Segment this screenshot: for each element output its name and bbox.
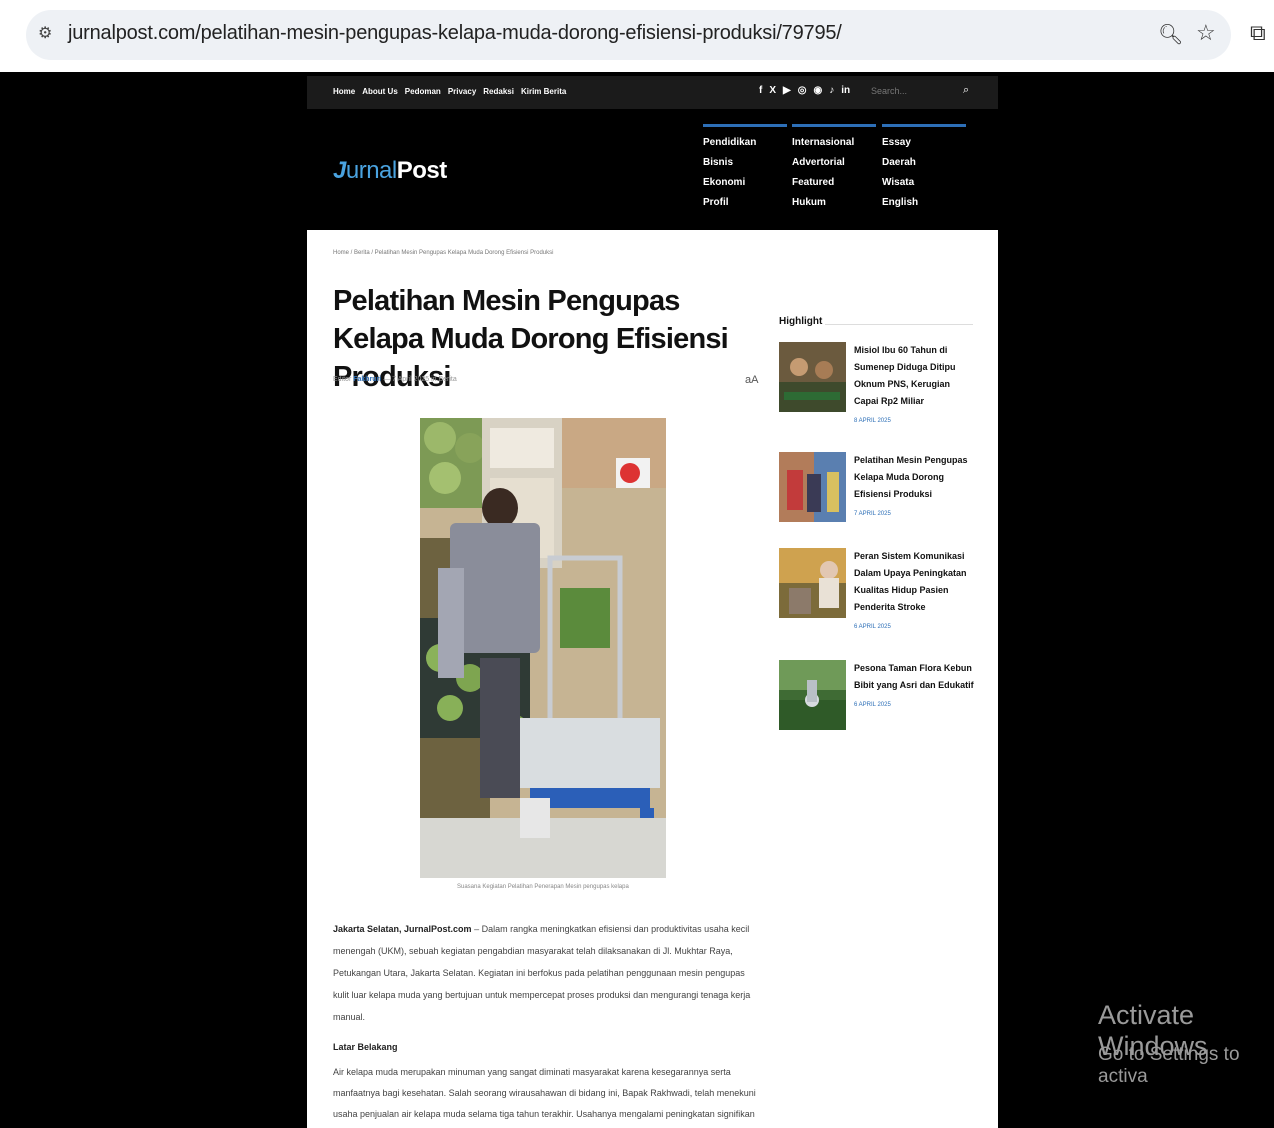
menu-item-english[interactable]: English	[882, 193, 966, 213]
web-page: Home About Us Pedoman Privacy Redaksi Ki…	[307, 72, 998, 1128]
highlight-thumbnail[interactable]	[779, 660, 846, 730]
highlight-title[interactable]: Pesona Taman Flora Kebun Bibit yang Asri…	[854, 660, 974, 714]
browser-toolbar: ⚙ jurnalpost.com/pelatihan-mesin-pengupa…	[0, 0, 1274, 72]
highlight-date: 8 APRIL 2025	[854, 418, 891, 424]
top-nav: Home About Us Pedoman Privacy Redaksi Ki…	[333, 87, 566, 96]
top-nav-redaksi[interactable]: Redaksi	[483, 87, 514, 96]
menu-item-daerah[interactable]: Daerah	[882, 153, 966, 173]
top-bar: Home About Us Pedoman Privacy Redaksi Ki…	[307, 76, 998, 109]
linkedin-icon[interactable]: in	[841, 85, 850, 96]
top-nav-home[interactable]: Home	[333, 87, 355, 96]
youtube-icon[interactable]: ▶	[783, 85, 791, 96]
site-info-icon[interactable]: ⚙	[38, 24, 58, 44]
highlight-thumbnail[interactable]	[779, 452, 846, 522]
url-text[interactable]: jurnalpost.com/pelatihan-mesin-pengupas-…	[68, 22, 842, 45]
menu-item-essay[interactable]: Essay	[882, 133, 966, 153]
sidebar-divider	[825, 324, 973, 325]
search-input[interactable]: Search...	[871, 86, 907, 96]
top-nav-about[interactable]: About Us	[362, 87, 398, 96]
menu-column-2: Internasional Advertorial Featured Hukum	[792, 124, 876, 213]
menu-item-profil[interactable]: Profil	[703, 193, 787, 213]
highlight-thumb-1	[779, 342, 846, 412]
zoom-icon[interactable]: 🔍︎	[1158, 22, 1183, 47]
menu-column-1: Pendidikan Bisnis Ekonomi Profil	[703, 124, 787, 213]
search-icon[interactable]: ⌕	[963, 84, 969, 97]
article-meta: Editor Fakhruri — 7 April 2025 in Berita	[333, 376, 457, 383]
site-logo[interactable]: JurnalPost	[333, 157, 447, 185]
search-box[interactable]: Search... ⌕	[867, 84, 975, 102]
highlight-sidebar: Highlight Misiol Ibu 60 Tahun di Sumenep…	[779, 316, 974, 730]
article-photo	[420, 418, 666, 878]
activate-windows-subtitle: Go to Settings to activa	[1098, 1044, 1240, 1087]
lead-dateline: Jakarta Selatan, JurnalPost.com	[333, 924, 472, 934]
highlight-thumbnail[interactable]	[779, 342, 846, 412]
menu-column-3: Essay Daerah Wisata English	[882, 124, 966, 213]
top-nav-kirim-berita[interactable]: Kirim Berita	[521, 87, 566, 96]
coconut-machine-photo	[420, 418, 666, 878]
menu-item-bisnis[interactable]: Bisnis	[703, 153, 787, 173]
menu-item-wisata[interactable]: Wisata	[882, 173, 966, 193]
highlight-title[interactable]: Misiol Ibu 60 Tahun di Sumenep Diduga Di…	[854, 342, 974, 430]
site-header: JurnalPost Pendidikan Bisnis Ekonomi Pro…	[307, 109, 998, 229]
article-lead: Jakarta Selatan, JurnalPost.com – Dalam …	[333, 924, 751, 1022]
menu-item-ekonomi[interactable]: Ekonomi	[703, 173, 787, 193]
highlight-title[interactable]: Pelatihan Mesin Pengupas Kelapa Muda Dor…	[854, 452, 974, 523]
highlight-date: 6 APRIL 2025	[854, 624, 891, 630]
top-nav-pedoman[interactable]: Pedoman	[405, 87, 441, 96]
article-paragraph: Air kelapa muda merupakan minuman yang s…	[333, 1067, 756, 1119]
x-icon[interactable]: X	[769, 85, 776, 96]
highlight-thumb-3	[779, 548, 846, 618]
highlight-date: 7 APRIL 2025	[854, 511, 891, 517]
top-nav-privacy[interactable]: Privacy	[448, 87, 476, 96]
font-size-icon[interactable]: aA	[745, 374, 758, 386]
highlight-thumb-4	[779, 660, 846, 730]
breadcrumb[interactable]: Home / Berita / Pelatihan Mesin Pengupas…	[333, 250, 553, 256]
highlight-thumbnail[interactable]	[779, 548, 846, 618]
menu-item-internasional[interactable]: Internasional	[792, 133, 876, 153]
main-content: Home / Berita / Pelatihan Mesin Pengupas…	[307, 230, 998, 1128]
author-link[interactable]: Fakhruri	[353, 376, 381, 383]
menu-item-hukum[interactable]: Hukum	[792, 193, 876, 213]
highlight-title[interactable]: Peran Sistem Komunikasi Dalam Upaya Peni…	[854, 548, 974, 636]
facebook-icon[interactable]: f	[759, 85, 762, 96]
photo-caption: Suasana Kegiatan Pelatihan Penerapan Mes…	[457, 884, 629, 890]
section-heading: Latar Belakang	[333, 1042, 398, 1052]
menu-item-featured[interactable]: Featured	[792, 173, 876, 193]
threads-icon[interactable]: ◉	[813, 85, 822, 96]
highlight-date: 6 APRIL 2025	[854, 702, 891, 708]
bookmark-star-icon[interactable]: ☆	[1196, 20, 1216, 46]
social-links: f X ▶ ◎ ◉ ♪ in	[759, 85, 850, 96]
menu-item-advertorial[interactable]: Advertorial	[792, 153, 876, 173]
menu-item-pendidikan[interactable]: Pendidikan	[703, 133, 787, 153]
extensions-icon[interactable]: ⧉	[1250, 20, 1266, 46]
instagram-icon[interactable]: ◎	[798, 85, 807, 96]
sidebar-title: Highlight	[779, 316, 823, 327]
highlight-thumb-2	[779, 452, 846, 522]
tiktok-icon[interactable]: ♪	[829, 85, 834, 96]
